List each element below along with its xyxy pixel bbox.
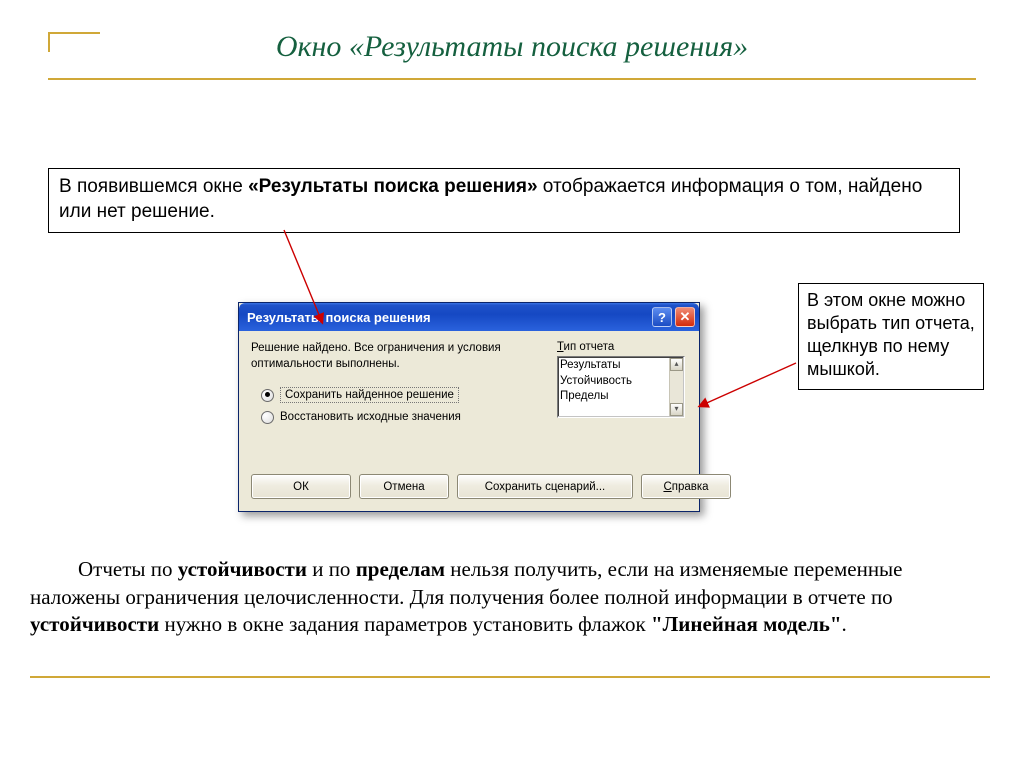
intro-callout: В появившемся окне «Результаты поиска ре… [48, 168, 960, 233]
list-item[interactable]: Устойчивость [560, 374, 682, 390]
help-rest: правка [672, 481, 709, 493]
radio-restore-values[interactable] [261, 411, 274, 424]
title-underline [48, 78, 976, 80]
cancel-button[interactable]: Отмена [359, 474, 449, 499]
intro-text-bold: «Результаты поиска решения» [248, 176, 537, 197]
scroll-down-icon[interactable]: ▾ [670, 403, 683, 416]
save-scenario-button[interactable]: Сохранить сценарий... [457, 474, 633, 499]
titlebar-buttons: ? ✕ [652, 307, 695, 327]
dialog-buttons: ОК Отмена Сохранить сценарий... Справка [251, 474, 687, 499]
bp-t5: . [842, 612, 847, 636]
bp-b3: устойчивости [30, 612, 159, 636]
bp-t4: нужно в окне задания параметров установи… [159, 612, 651, 636]
report-label-rest: ип отчета [564, 341, 615, 353]
bp-b4: "Линейная модель" [651, 612, 842, 636]
bottom-paragraph: Отчеты по устойчивости и по пределам нел… [30, 556, 990, 639]
report-type-area: Тип отчета Результаты Устойчивость Преде… [557, 341, 687, 418]
close-icon[interactable]: ✕ [675, 307, 695, 327]
title-corner-ornament [48, 32, 100, 52]
help-mnemonic: С [663, 481, 671, 493]
solver-results-dialog: Результаты поиска решения ? ✕ Решение на… [238, 302, 700, 512]
bottom-underline [30, 676, 990, 678]
scroll-up-icon[interactable]: ▴ [670, 358, 683, 371]
bp-b1: устойчивости [178, 557, 307, 581]
list-item[interactable]: Пределы [560, 389, 682, 405]
slide-title: Окно «Результаты поиска решения» [48, 30, 976, 74]
radio-keep-solution[interactable] [261, 389, 274, 402]
slide: Окно «Результаты поиска решения» В появи… [0, 0, 1024, 768]
intro-text-prefix: В появившемся окне [59, 176, 248, 197]
side-callout: В этом окне можно выбрать тип отчета, ще… [798, 283, 984, 390]
listbox-scrollbar[interactable]: ▴ ▾ [669, 358, 683, 416]
dialog-body: Решение найдено. Все ограничения и услов… [239, 331, 699, 511]
bp-b2: пределам [356, 557, 445, 581]
radio-restore-label: Восстановить исходные значения [280, 411, 461, 423]
ok-button[interactable]: ОК [251, 474, 351, 499]
solver-status-text: Решение найдено. Все ограничения и услов… [251, 341, 511, 372]
dialog-titlebar[interactable]: Результаты поиска решения ? ✕ [239, 303, 699, 331]
bp-t1: Отчеты по [78, 557, 178, 581]
bp-t2: и по [307, 557, 356, 581]
side-note-text: В этом окне можно выбрать тип отчета, ще… [807, 290, 975, 379]
help-button[interactable]: Справка [641, 474, 731, 499]
title-area: Окно «Результаты поиска решения» [48, 30, 976, 80]
list-item[interactable]: Результаты [560, 358, 682, 374]
report-type-label: Тип отчета [557, 341, 687, 353]
report-type-listbox[interactable]: Результаты Устойчивость Пределы ▴ ▾ [557, 356, 685, 418]
help-icon[interactable]: ? [652, 307, 672, 327]
dialog-title-text: Результаты поиска решения [247, 310, 431, 325]
radio-keep-label: Сохранить найденное решение [280, 387, 459, 403]
